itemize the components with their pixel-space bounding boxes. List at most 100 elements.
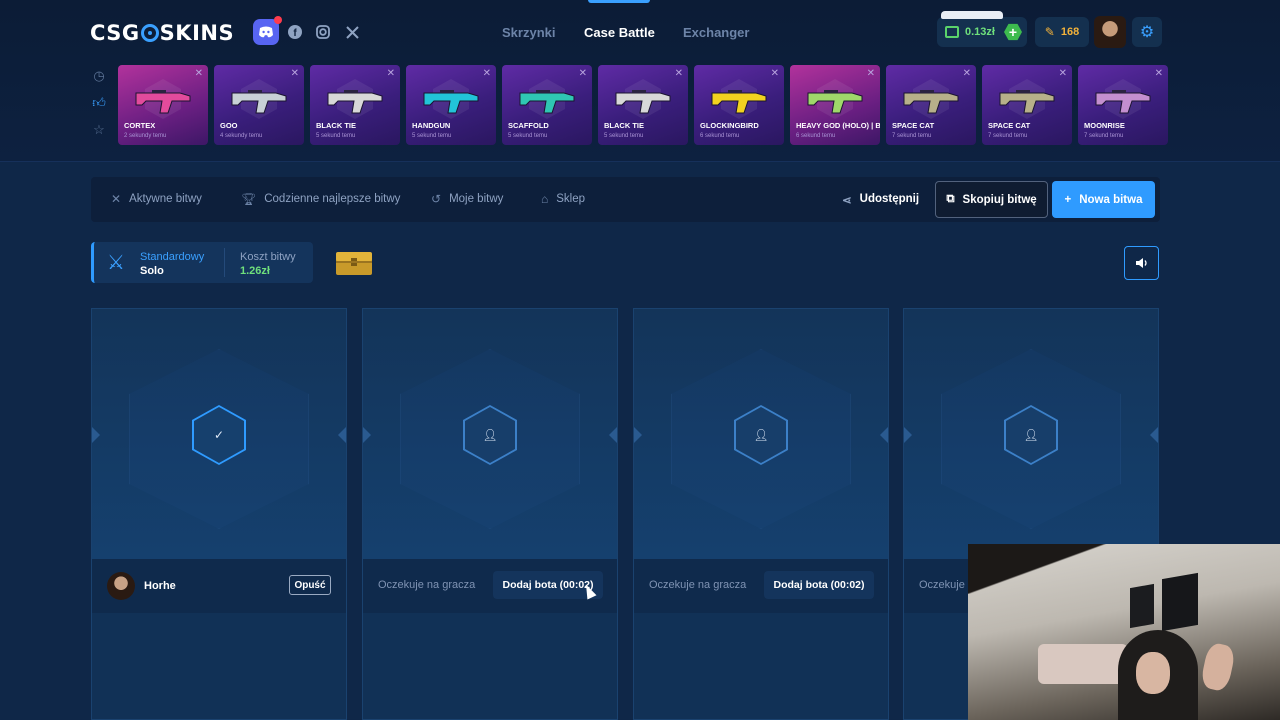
- drop-card[interactable]: ✕ SCAFFOLD 5 sekund temu: [502, 65, 592, 145]
- arrow-left-marker: [634, 427, 642, 443]
- tab-my-battles[interactable]: ↺ Moje bitwy: [431, 192, 503, 206]
- streamer-hand: [1199, 641, 1237, 693]
- gear-icon[interactable]: ⚙: [1132, 17, 1162, 47]
- drop-card[interactable]: ✕ HANDGUN 5 sekund temu: [406, 65, 496, 145]
- drop-card[interactable]: ✕ SPACE CAT 7 sekund temu: [886, 65, 976, 145]
- close-icon[interactable]: ✕: [963, 68, 971, 79]
- drop-card[interactable]: ✕ BLACK TIE 5 sekund temu: [310, 65, 400, 145]
- drop-name: GOO: [220, 121, 238, 130]
- close-icon[interactable]: ✕: [195, 68, 203, 79]
- drop-card[interactable]: ✕ BLACK TIE 5 sekund temu: [598, 65, 688, 145]
- drop-time: 5 sekund temu: [412, 133, 452, 139]
- close-icon[interactable]: ✕: [387, 68, 395, 79]
- discord-icon[interactable]: [253, 16, 282, 45]
- facebook-icon[interactable]: f: [282, 19, 308, 45]
- add-bot-button[interactable]: Dodaj bota (00:02): [764, 571, 874, 599]
- player-name[interactable]: Horhe: [144, 580, 176, 592]
- weapon-icon: [711, 90, 767, 114]
- close-icon[interactable]: ✕: [483, 68, 491, 79]
- logo-target-icon: [140, 24, 159, 42]
- drop-name: HANDGUN: [412, 121, 451, 130]
- avatar[interactable]: [107, 572, 135, 600]
- nav-skrzynki[interactable]: Skrzynki: [502, 25, 555, 40]
- weapon-icon: [231, 90, 287, 114]
- close-icon[interactable]: ✕: [675, 68, 683, 79]
- weapon-icon: [423, 90, 479, 114]
- roof-window: [1130, 583, 1154, 629]
- tab-shop[interactable]: ⌂ Sklep: [541, 192, 585, 206]
- case-chest-icon[interactable]: [334, 249, 374, 277]
- nav-case-battle[interactable]: Case Battle: [584, 25, 655, 40]
- battle-mode-panel: ⚔ Standardowy Solo Koszt bitwy 1.26zł: [91, 242, 313, 283]
- arrow-left-marker: [92, 427, 100, 443]
- drop-time: 7 sekund temu: [892, 133, 932, 139]
- drop-time: 5 sekund temu: [508, 133, 548, 139]
- leave-button[interactable]: Opuść: [289, 575, 331, 595]
- mode-sub: Solo: [140, 265, 164, 277]
- slot-arena: 👤︎: [363, 309, 617, 559]
- balance-box[interactable]: 0.13zł +: [937, 11, 1027, 47]
- copy-battle-label: Skopiuj bitwę: [962, 193, 1037, 206]
- copy-battle-button[interactable]: ⧉ Skopiuj bitwę: [935, 181, 1048, 218]
- pencil-icon: ✎: [1044, 25, 1055, 39]
- arrow-left-marker: [904, 427, 912, 443]
- live-drops: ✕ CORTEX 2 sekundy temu ✕ GOO 4 sekundy temu ✕…: [118, 65, 1168, 145]
- waiting-text: Oczekuje na gracza: [378, 579, 476, 591]
- new-battle-label: Nowa bitwa: [1079, 193, 1143, 206]
- share-icon: ⋖: [842, 195, 852, 207]
- user-avatar[interactable]: [1094, 16, 1126, 48]
- drop-card[interactable]: ✕ GOO 4 sekundy temu: [214, 65, 304, 145]
- mode-type: Standardowy: [140, 251, 205, 263]
- drop-time: 5 sekund temu: [316, 133, 356, 139]
- drop-card[interactable]: ✕ SPACE CAT 7 sekund temu: [982, 65, 1072, 145]
- drop-card[interactable]: ✕ MOONRISE 7 sekund temu: [1078, 65, 1168, 145]
- close-icon[interactable]: ✕: [1059, 68, 1067, 79]
- bed: [1038, 644, 1128, 684]
- deposit-plus-icon[interactable]: +: [1004, 23, 1022, 41]
- arrow-right-marker: [880, 427, 888, 443]
- drop-card[interactable]: ✕ HEAVY GOD (HOLO) | BUDAPEST 2025 6 sekun…: [790, 65, 880, 145]
- drop-name: SCAFFOLD: [508, 121, 549, 130]
- cost-label: Koszt bitwy: [240, 251, 296, 263]
- points-box[interactable]: ✎ 168: [1035, 17, 1089, 47]
- new-battle-button[interactable]: + Nowa bitwa: [1052, 181, 1155, 218]
- wallet-icon: [945, 26, 959, 38]
- sound-toggle-button[interactable]: [1124, 246, 1159, 280]
- drops-filter: ◷ 👍︎ ☆: [90, 68, 108, 149]
- tab-shop-label: Sklep: [556, 193, 586, 205]
- x-icon[interactable]: [339, 19, 365, 45]
- site-logo[interactable]: CSG SKINS: [90, 20, 234, 46]
- drop-name: BLACK TIE: [604, 121, 644, 130]
- copy-icon: ⧉: [946, 193, 955, 205]
- close-icon[interactable]: ✕: [771, 68, 779, 79]
- close-icon[interactable]: ✕: [579, 68, 587, 79]
- close-icon[interactable]: ✕: [867, 68, 875, 79]
- tab-daily-best[interactable]: 🏆︎ Codzienne najlepsze bitwy: [241, 192, 400, 206]
- tab-active-battles[interactable]: ✕ Aktywne bitwy: [111, 192, 202, 206]
- clock-icon[interactable]: ◷: [90, 68, 108, 95]
- drop-card[interactable]: ✕ CORTEX 2 sekundy temu: [118, 65, 208, 145]
- slot-footer: Horhe Opuść: [92, 559, 346, 613]
- player-slot-2: 👤︎ Oczekuje na gracza Dodaj bota (00:02): [362, 308, 618, 720]
- close-icon[interactable]: ✕: [291, 68, 299, 79]
- weapon-icon: [327, 90, 383, 114]
- active-nav-indicator: [588, 0, 650, 3]
- weapon-icon: [615, 90, 671, 114]
- drop-time: 6 sekund temu: [700, 133, 740, 139]
- share-label: Udostępnij: [859, 193, 920, 205]
- slot-arena: ✓: [92, 309, 346, 559]
- share-button[interactable]: ⋖ Udostępnij: [842, 193, 919, 207]
- weapon-icon: [1095, 90, 1151, 114]
- arrow-right-marker: [1150, 427, 1158, 443]
- drop-card[interactable]: ✕ GLOCKINGBIRD 6 sekund temu: [694, 65, 784, 145]
- waiting-text: Oczekuje n: [919, 579, 975, 591]
- ceiling-beam: [968, 544, 1280, 594]
- slot-items-area: [634, 613, 888, 719]
- nav-exchanger[interactable]: Exchanger: [683, 25, 749, 40]
- logo-text-skins: SKINS: [159, 21, 235, 45]
- thumbs-up-icon[interactable]: 👍︎: [90, 95, 108, 122]
- close-icon[interactable]: ✕: [1155, 68, 1163, 79]
- star-icon[interactable]: ☆: [90, 122, 108, 149]
- instagram-icon[interactable]: [310, 19, 336, 45]
- webcam-overlay: [968, 544, 1280, 720]
